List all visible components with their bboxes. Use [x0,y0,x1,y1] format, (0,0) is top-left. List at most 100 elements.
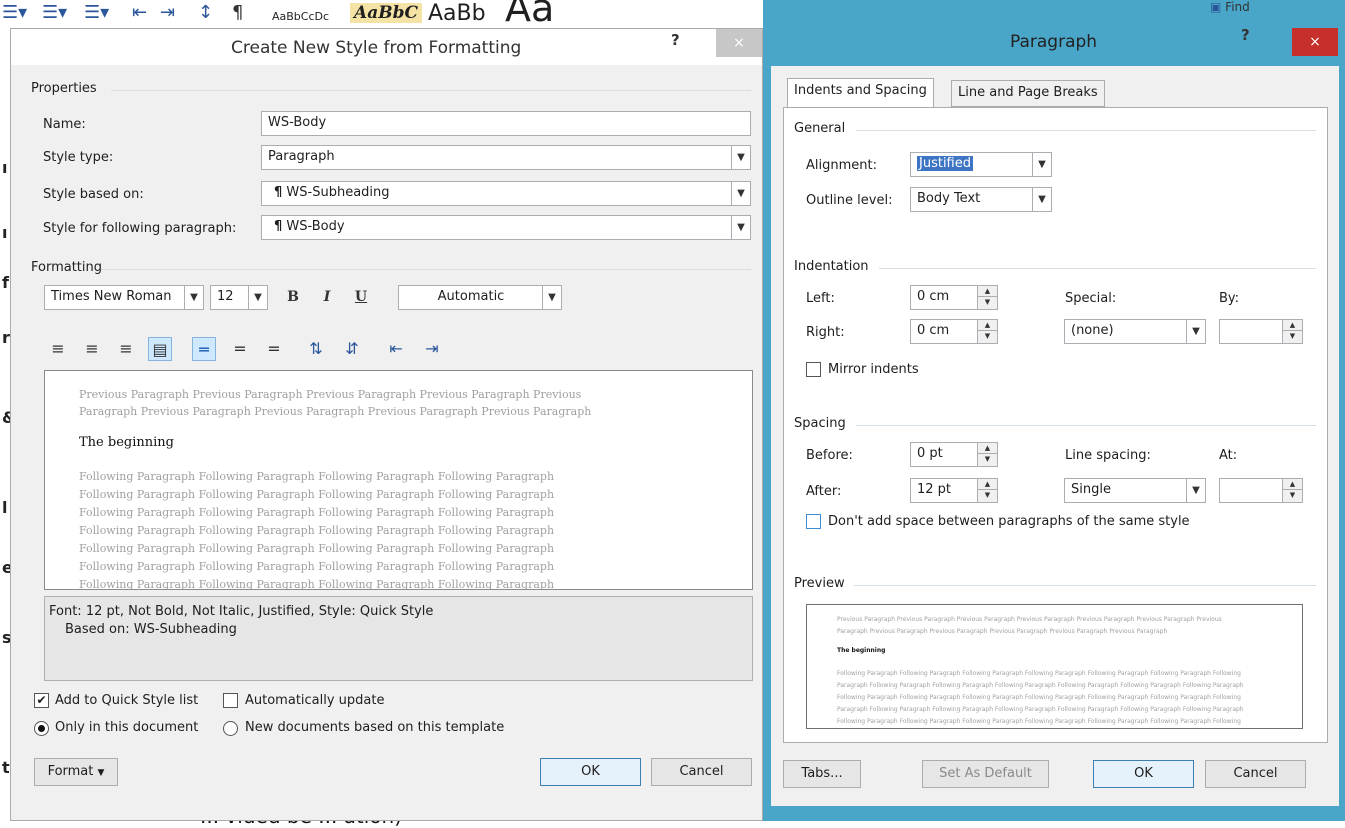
name-field[interactable]: WS-Body [261,111,751,136]
chevron-down-icon[interactable]: ▼ [978,297,997,308]
double-spacing-icon[interactable]: = [262,337,286,361]
spacing-before-spinner[interactable]: ▲ ▼ [977,443,997,466]
group-divider [856,425,1316,426]
font-size-select[interactable]: 12 ▼ [210,285,268,310]
left-indent-spinner[interactable]: ▲ ▼ [977,286,997,309]
chevron-down-icon[interactable]: ▼ [978,490,997,501]
auto-update-checkbox[interactable] [223,693,238,708]
sort-icon[interactable]: ↕ [198,2,213,23]
close-icon[interactable]: × [716,29,762,57]
chevron-down-icon[interactable]: ▼ [1032,153,1051,176]
font-name-select[interactable]: Times New Roman ▼ [44,285,204,310]
help-icon[interactable]: ? [671,31,680,49]
alignment-select[interactable]: Justified ▼ [910,152,1052,177]
decrease-indent-icon[interactable]: ⇤ [132,2,147,23]
chevron-up-icon[interactable]: ▲ [978,443,997,454]
justify-icon[interactable]: ▤ [148,337,172,361]
align-left-icon[interactable]: ≡ [46,337,70,361]
tabs-button[interactable]: Tabs... [783,760,861,788]
bullets-icon[interactable]: ☰▾ [2,2,27,23]
chevron-down-icon[interactable]: ▼ [731,182,750,205]
chevron-down-icon[interactable]: ▼ [731,216,750,239]
find-button[interactable]: ▣ Find [1210,0,1250,14]
chevron-down-icon[interactable]: ▼ [1283,490,1302,501]
font-color-select[interactable]: Automatic ▼ [398,285,562,310]
mirror-indents-label[interactable]: Mirror indents [828,362,919,377]
dont-add-space-checkbox[interactable] [806,514,821,529]
tab-line-page-breaks[interactable]: Line and Page Breaks [951,80,1105,107]
cancel-button[interactable]: Cancel [651,758,752,786]
following-style-select[interactable]: ¶ WS-Body ▼ [261,215,751,240]
align-center-icon[interactable]: ≡ [80,337,104,361]
line-spacing-select[interactable]: Single ▼ [1064,478,1206,503]
one-half-spacing-icon[interactable]: = [228,337,252,361]
chevron-down-icon[interactable]: ▼ [1283,331,1302,342]
ok-button[interactable]: OK [1093,760,1194,788]
format-button[interactable]: Format ▼ [34,758,118,786]
add-quick-style-checkbox[interactable]: ✔ [34,693,49,708]
ok-button[interactable]: OK [540,758,641,786]
chevron-down-icon[interactable]: ▼ [1186,479,1205,502]
chevron-up-icon[interactable]: ▲ [978,479,997,490]
description-font-line: Font: 12 pt, Not Bold, Not Italic, Justi… [49,604,434,619]
new-documents-radio[interactable] [223,721,238,736]
italic-button[interactable]: I [313,285,341,310]
numbering-icon[interactable]: ☰▾ [42,2,67,23]
multilevel-list-icon[interactable]: ☰▾ [84,2,109,23]
spacing-after-field[interactable]: 12 pt ▲ ▼ [910,478,998,503]
chevron-down-icon[interactable]: ▼ [248,286,267,309]
chevron-down-icon[interactable]: ▼ [184,286,203,309]
align-right-icon[interactable]: ≡ [114,337,138,361]
help-icon[interactable]: ? [1241,26,1250,44]
style-type-select[interactable]: Paragraph ▼ [261,145,751,170]
ribbon-style-emphasis[interactable]: AaBbC [350,3,422,23]
new-documents-label[interactable]: New documents based on this template [245,720,504,735]
increase-indent-icon[interactable]: ⇥ [420,337,444,361]
pilcrow-icon[interactable]: ¶ [232,2,243,23]
single-spacing-icon[interactable]: ═ [192,337,216,361]
left-indent-field[interactable]: 0 cm ▲ ▼ [910,285,998,310]
bold-button[interactable]: B [279,285,307,310]
by-field[interactable]: ▲ ▼ [1219,319,1303,344]
chevron-down-icon[interactable]: ▼ [731,146,750,169]
only-this-document-radio[interactable] [34,721,49,736]
set-as-default-button[interactable]: Set As Default [922,760,1049,788]
ribbon-style-heading2[interactable]: AaBb [428,1,486,26]
spacing-before-field[interactable]: 0 pt ▲ ▼ [910,442,998,467]
right-indent-field[interactable]: 0 cm ▲ ▼ [910,319,998,344]
spacing-after-spinner[interactable]: ▲ ▼ [977,479,997,502]
by-spinner[interactable]: ▲ ▼ [1282,320,1302,343]
dont-add-space-label[interactable]: Don't add space between paragraphs of th… [828,514,1190,529]
decrease-paragraph-spacing-icon[interactable]: ⇵ [340,337,364,361]
at-field[interactable]: ▲ ▼ [1219,478,1303,503]
based-on-select[interactable]: ¶ WS-Subheading ▼ [261,181,751,206]
right-indent-spinner[interactable]: ▲ ▼ [977,320,997,343]
chevron-up-icon[interactable]: ▲ [978,286,997,297]
tab-indents-spacing[interactable]: Indents and Spacing [787,78,934,108]
chevron-down-icon[interactable]: ▼ [542,286,561,309]
chevron-up-icon[interactable]: ▲ [978,320,997,331]
only-this-document-label[interactable]: Only in this document [55,720,198,735]
outline-level-select[interactable]: Body Text ▼ [910,187,1052,212]
dialog-titlebar[interactable]: Create New Style from Formatting ? × [11,29,762,65]
style-description: Font: 12 pt, Not Bold, Not Italic, Justi… [44,596,753,681]
cancel-button[interactable]: Cancel [1205,760,1306,788]
close-icon[interactable]: × [1292,28,1338,56]
chevron-down-icon[interactable]: ▼ [978,454,997,465]
increase-paragraph-spacing-icon[interactable]: ⇅ [304,337,328,361]
chevron-up-icon[interactable]: ▲ [1283,479,1302,490]
increase-indent-icon[interactable]: ⇥ [160,2,175,23]
special-select[interactable]: (none) ▼ [1064,319,1206,344]
underline-button[interactable]: U [347,285,375,310]
chevron-down-icon[interactable]: ▼ [978,331,997,342]
auto-update-label[interactable]: Automatically update [245,693,385,708]
decrease-indent-icon[interactable]: ⇤ [384,337,408,361]
ribbon-style-title[interactable]: Aa [505,0,554,28]
mirror-indents-checkbox[interactable] [806,362,821,377]
ribbon-style-normal[interactable]: AaBbCcDc [272,10,329,23]
add-quick-style-label[interactable]: Add to Quick Style list [55,693,198,708]
chevron-up-icon[interactable]: ▲ [1283,320,1302,331]
chevron-down-icon[interactable]: ▼ [1032,188,1051,211]
chevron-down-icon[interactable]: ▼ [1186,320,1205,343]
at-spinner[interactable]: ▲ ▼ [1282,479,1302,502]
